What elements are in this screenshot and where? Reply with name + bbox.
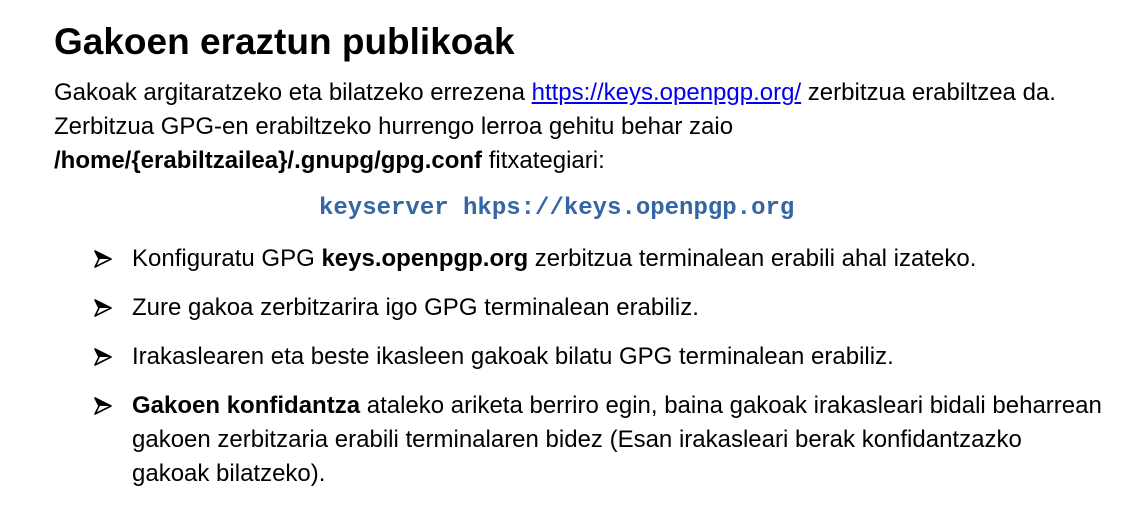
arrowhead-bullet-icon bbox=[94, 299, 112, 317]
task-text: Konfiguratu GPG bbox=[132, 245, 322, 272]
task-text: Zure gakoa zerbitzarira igo GPG terminal… bbox=[132, 294, 699, 321]
intro-text-end: fitxategiari: bbox=[482, 147, 605, 174]
keyserver-config-line: keyserver hkps://keys.openpgp.org bbox=[319, 195, 795, 222]
arrowhead-bullet-icon bbox=[94, 250, 112, 268]
task-item: Gakoen konfidantza ataleko ariketa berri… bbox=[94, 389, 1104, 491]
task-item: Zure gakoa zerbitzarira igo GPG terminal… bbox=[94, 291, 1104, 325]
arrowhead-bullet-icon bbox=[94, 348, 112, 366]
arrowhead-bullet-icon bbox=[94, 397, 112, 415]
task-item: Irakaslearen eta beste ikasleen gakoak b… bbox=[94, 340, 1104, 374]
task-list: Konfiguratu GPG keys.openpgp.org zerbitz… bbox=[94, 242, 1104, 506]
task-item: Konfiguratu GPG keys.openpgp.org zerbitz… bbox=[94, 242, 1104, 276]
keyserver-link[interactable]: https://keys.openpgp.org/ bbox=[532, 79, 802, 106]
task-text-after: zerbitzua terminalean erabili ahal izate… bbox=[528, 245, 977, 272]
page-title: Gakoen eraztun publikoak bbox=[54, 21, 515, 62]
task-bold-text: keys.openpgp.org bbox=[321, 245, 529, 272]
gpg-conf-path: /home/{erabiltzailea}/.gnupg/gpg.conf bbox=[54, 147, 483, 174]
task-bold-text: Gakoen konfidantza bbox=[132, 392, 361, 419]
task-text: Irakaslearen eta beste ikasleen gakoak b… bbox=[132, 343, 894, 370]
intro-text-start: Gakoak argitaratzeko eta bilatzeko errez… bbox=[54, 79, 532, 106]
intro-paragraph: Gakoak argitaratzeko eta bilatzeko errez… bbox=[54, 76, 1114, 178]
